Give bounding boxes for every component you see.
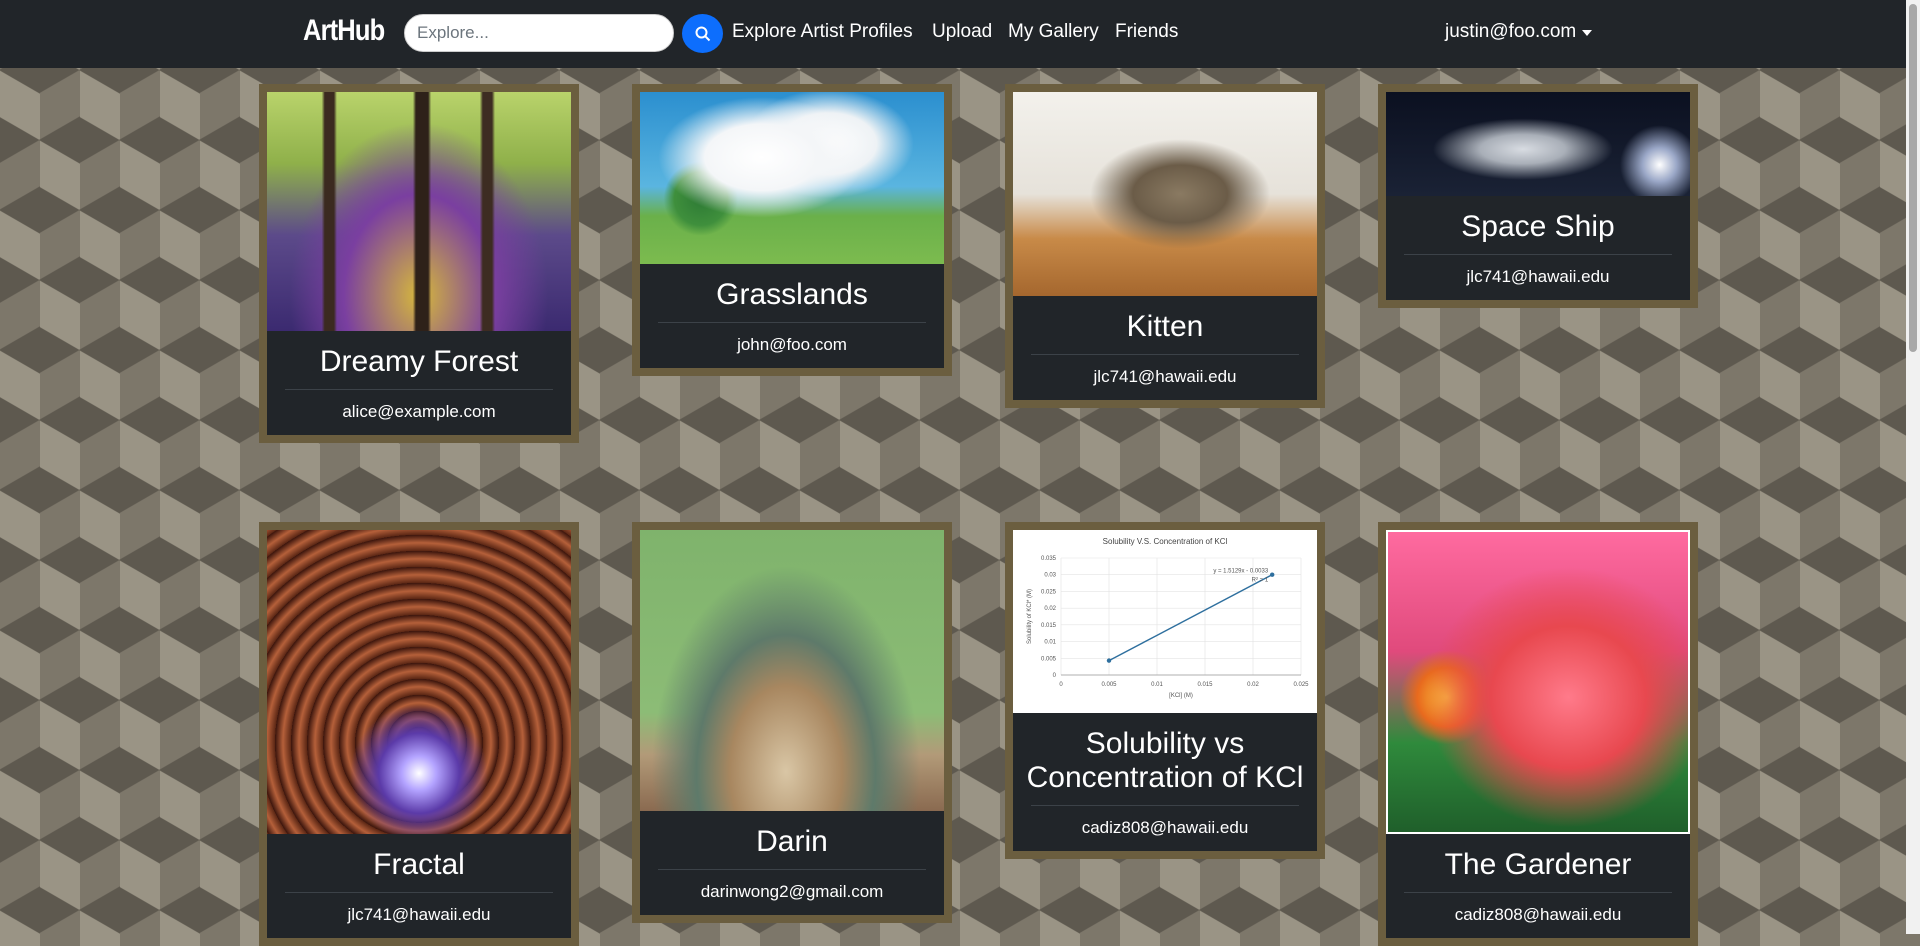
artwork-title: Fractal — [373, 848, 465, 881]
artwork-image[interactable] — [1013, 92, 1317, 296]
user-menu-dropdown[interactable]: justin@foo.com — [1445, 21, 1593, 43]
nav-explore-artist-profiles[interactable]: Explore Artist Profiles — [732, 21, 913, 43]
nav-friends[interactable]: Friends — [1115, 21, 1178, 43]
user-email: justin@foo.com — [1445, 21, 1577, 42]
artwork-image[interactable] — [267, 92, 571, 331]
x-axis-label: [KCl] (M) — [1169, 693, 1193, 699]
artwork-owner: jlc741@hawaii.edu — [347, 905, 491, 924]
artwork-owner: alice@example.com — [342, 402, 496, 421]
artwork-card[interactable]: Kitten jlc741@hawaii.edu — [1005, 84, 1325, 408]
trendline — [1108, 574, 1273, 662]
artwork-card[interactable]: Darin darinwong2@gmail.com — [632, 522, 952, 923]
data-point — [1270, 572, 1275, 577]
search-button[interactable] — [682, 14, 723, 53]
artwork-title: Space Ship — [1461, 210, 1615, 243]
x-tick-label: 0.025 — [1293, 682, 1309, 688]
artwork-title: Kitten — [1126, 310, 1204, 343]
artwork-image[interactable] — [267, 530, 571, 834]
y-tick-label: 0.01 — [1044, 640, 1056, 646]
artwork-owner: jlc741@hawaii.edu — [1466, 267, 1610, 286]
artwork-image[interactable] — [640, 530, 944, 811]
artwork-card[interactable]: Grasslands john@foo.com — [632, 84, 952, 376]
brand-logo[interactable]: ArtHub — [303, 14, 385, 48]
y-tick-label: 0.02 — [1044, 606, 1056, 612]
artwork-card[interactable]: Fractal jlc741@hawaii.edu — [259, 522, 579, 946]
artwork-title: Dreamy Forest — [319, 345, 519, 378]
y-tick-label: 0.035 — [1041, 556, 1057, 562]
artwork-title: Grasslands — [716, 278, 868, 311]
artwork-card[interactable]: Solubility V.S. Concentration of KCl 0 0.0… — [1005, 522, 1325, 859]
trendline-equation: y = 1.5129x - 0.0033 — [1213, 569, 1269, 575]
artwork-owner: cadiz808@hawaii.edu — [1454, 905, 1622, 924]
artwork-image[interactable]: Solubility V.S. Concentration of KCl 0 0.0… — [1013, 530, 1317, 713]
artwork-title: Solubility vs Concentration of KCl — [1026, 727, 1304, 794]
artwork-card[interactable]: Space Ship jlc741@hawaii.edu — [1378, 84, 1698, 308]
y-tick-label: 0.005 — [1041, 656, 1057, 662]
artwork-image[interactable] — [1386, 92, 1690, 196]
scrollbar[interactable] — [1906, 0, 1920, 934]
chart-title: Solubility V.S. Concentration of KCl — [1103, 537, 1228, 546]
y-tick-label: 0 — [1053, 673, 1057, 679]
solubility-chart-thumbnail: Solubility V.S. Concentration of KCl 0 0.0… — [1027, 537, 1309, 699]
y-tick-label: 0.03 — [1044, 573, 1056, 579]
x-tick-label: 0 — [1059, 682, 1063, 688]
search-input[interactable] — [404, 14, 674, 52]
artwork-image[interactable] — [1386, 530, 1690, 834]
y-axis-label: Solubility of KCl* (M) — [1027, 589, 1033, 644]
x-tick-label: 0.01 — [1151, 682, 1163, 688]
nav-upload[interactable]: Upload — [932, 21, 992, 43]
x-tick-label: 0.02 — [1247, 682, 1259, 688]
artwork-owner: darinwong2@gmail.com — [700, 882, 884, 901]
chevron-down-icon — [1582, 30, 1593, 36]
nav-my-gallery[interactable]: My Gallery — [1008, 21, 1099, 43]
artwork-title: The Gardener — [1444, 848, 1632, 881]
artwork-card[interactable]: Dreamy Forest alice@example.com — [259, 84, 579, 443]
artwork-card[interactable]: The Gardener cadiz808@hawaii.edu — [1378, 522, 1698, 946]
artwork-owner: john@foo.com — [737, 335, 847, 354]
artwork-owner: cadiz808@hawaii.edu — [1081, 818, 1249, 837]
x-tick-label: 0.005 — [1101, 682, 1117, 688]
y-tick-label: 0.015 — [1041, 623, 1057, 629]
search-icon — [695, 26, 710, 41]
data-point — [1106, 658, 1112, 663]
trendline-r-squared: R² = 1 — [1252, 578, 1269, 584]
artwork-image[interactable] — [640, 92, 944, 264]
scrollbar-thumb[interactable] — [1909, 4, 1917, 352]
x-tick-label: 0.015 — [1197, 682, 1213, 688]
artwork-title: Darin — [756, 825, 828, 858]
artwork-owner: jlc741@hawaii.edu — [1093, 367, 1237, 386]
navbar: ArtHub Explore Artist Profiles Upload My… — [0, 0, 1906, 68]
y-tick-label: 0.025 — [1041, 589, 1057, 595]
